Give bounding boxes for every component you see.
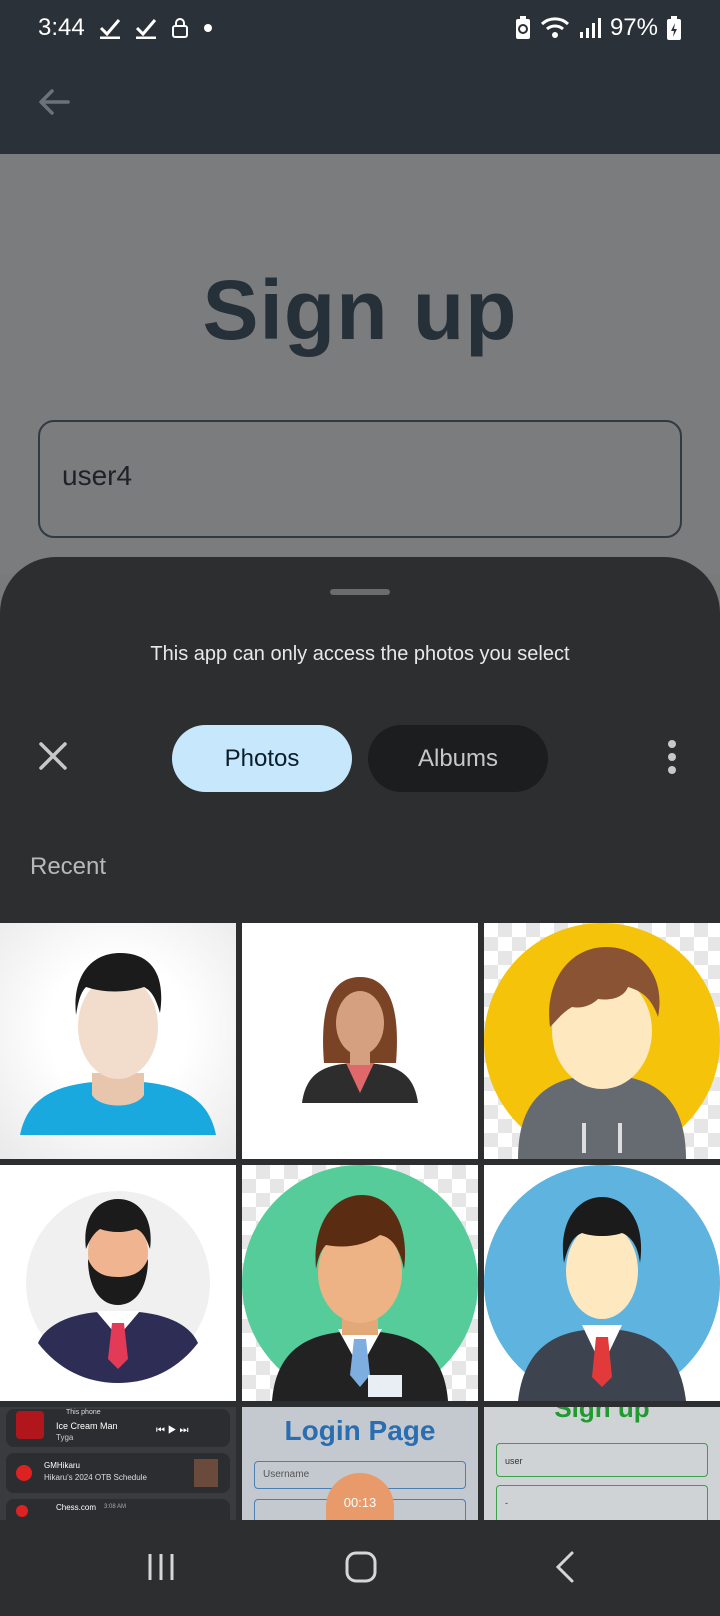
battery-charging-icon xyxy=(667,16,681,40)
tab-photos[interactable]: Photos xyxy=(172,725,352,792)
check-icon xyxy=(135,19,156,39)
notification-video-title: Hikaru's 2024 OTB Schedule xyxy=(44,1473,147,1482)
navigation-bar xyxy=(0,1520,720,1616)
businessman-avatar-image xyxy=(242,1165,478,1401)
recent-apps-icon[interactable] xyxy=(144,1550,178,1584)
photo-grid: This phone Ice Cream Man Tyga ⏮ ▶ ⏭ GMHi… xyxy=(0,923,720,1521)
photo-thumbnail[interactable] xyxy=(484,1165,720,1401)
back-nav-icon[interactable] xyxy=(552,1550,578,1584)
hoodie-avatar-image xyxy=(484,923,720,1159)
username-field[interactable]: user4 xyxy=(38,420,682,538)
photo-thumbnail[interactable] xyxy=(242,923,478,1159)
dot-icon xyxy=(203,24,212,32)
screenshot-thumbnail-notifications[interactable]: This phone Ice Cream Man Tyga ⏮ ▶ ⏭ GMHi… xyxy=(0,1407,236,1521)
bearded-avatar-image xyxy=(26,1191,210,1383)
signup-shot-password: - xyxy=(505,1498,508,1508)
page-title: Sign up xyxy=(202,263,518,357)
battery-percent: 97% xyxy=(609,14,658,41)
more-options-icon[interactable] xyxy=(660,737,684,777)
close-icon[interactable] xyxy=(36,739,70,773)
status-time: 3:44 xyxy=(38,14,85,41)
signup-shot-username: user xyxy=(505,1456,523,1466)
signal-icon xyxy=(579,18,601,38)
photo-thumbnail[interactable] xyxy=(484,923,720,1159)
tab-albums[interactable]: Albums xyxy=(368,725,548,792)
photo-thumbnail[interactable] xyxy=(242,1165,478,1401)
notification-channel: GMHikaru xyxy=(44,1461,81,1470)
app-bar xyxy=(0,58,720,154)
login-title: Login Page xyxy=(284,1415,436,1446)
check-icon xyxy=(99,19,120,39)
suit-avatar-image xyxy=(484,1165,720,1401)
battery-saver-icon xyxy=(515,16,530,39)
section-label-recent: Recent xyxy=(30,853,107,880)
lock-icon xyxy=(171,18,188,38)
screen: 3:44 97% Sign up user4 This app can only… xyxy=(0,0,720,1616)
notification-app: Chess.com xyxy=(56,1503,97,1512)
screenshot-thumbnail-signup[interactable]: Sign up user - xyxy=(484,1407,720,1521)
male-avatar-image xyxy=(20,953,216,1135)
home-icon[interactable] xyxy=(344,1550,378,1584)
female-avatar-image xyxy=(302,977,418,1103)
notification-song: Ice Cream Man xyxy=(56,1421,118,1431)
access-notice: This app can only access the photos you … xyxy=(150,643,570,665)
back-arrow-icon[interactable] xyxy=(34,82,74,122)
signup-page: Sign up user4 xyxy=(0,154,720,574)
photo-thumbnail[interactable] xyxy=(0,923,236,1159)
screenshot-thumbnail-login[interactable]: Login Page Username 00:13 xyxy=(242,1407,478,1521)
media-controls: ⏮ ▶ ⏭ xyxy=(156,1425,189,1436)
signup-shot-title: Sign up xyxy=(554,1407,650,1423)
username-value: user4 xyxy=(62,460,133,491)
status-bar: 3:44 97% xyxy=(0,0,720,58)
photo-thumbnail[interactable] xyxy=(0,1165,236,1401)
drag-handle[interactable] xyxy=(330,589,390,595)
notification-time: 3:08 AM xyxy=(104,1504,127,1510)
wifi-icon xyxy=(540,17,569,38)
photo-picker-sheet: This app can only access the photos you … xyxy=(0,557,720,1522)
notification-source: This phone xyxy=(66,1409,101,1416)
notification-artist: Tyga xyxy=(56,1433,74,1442)
